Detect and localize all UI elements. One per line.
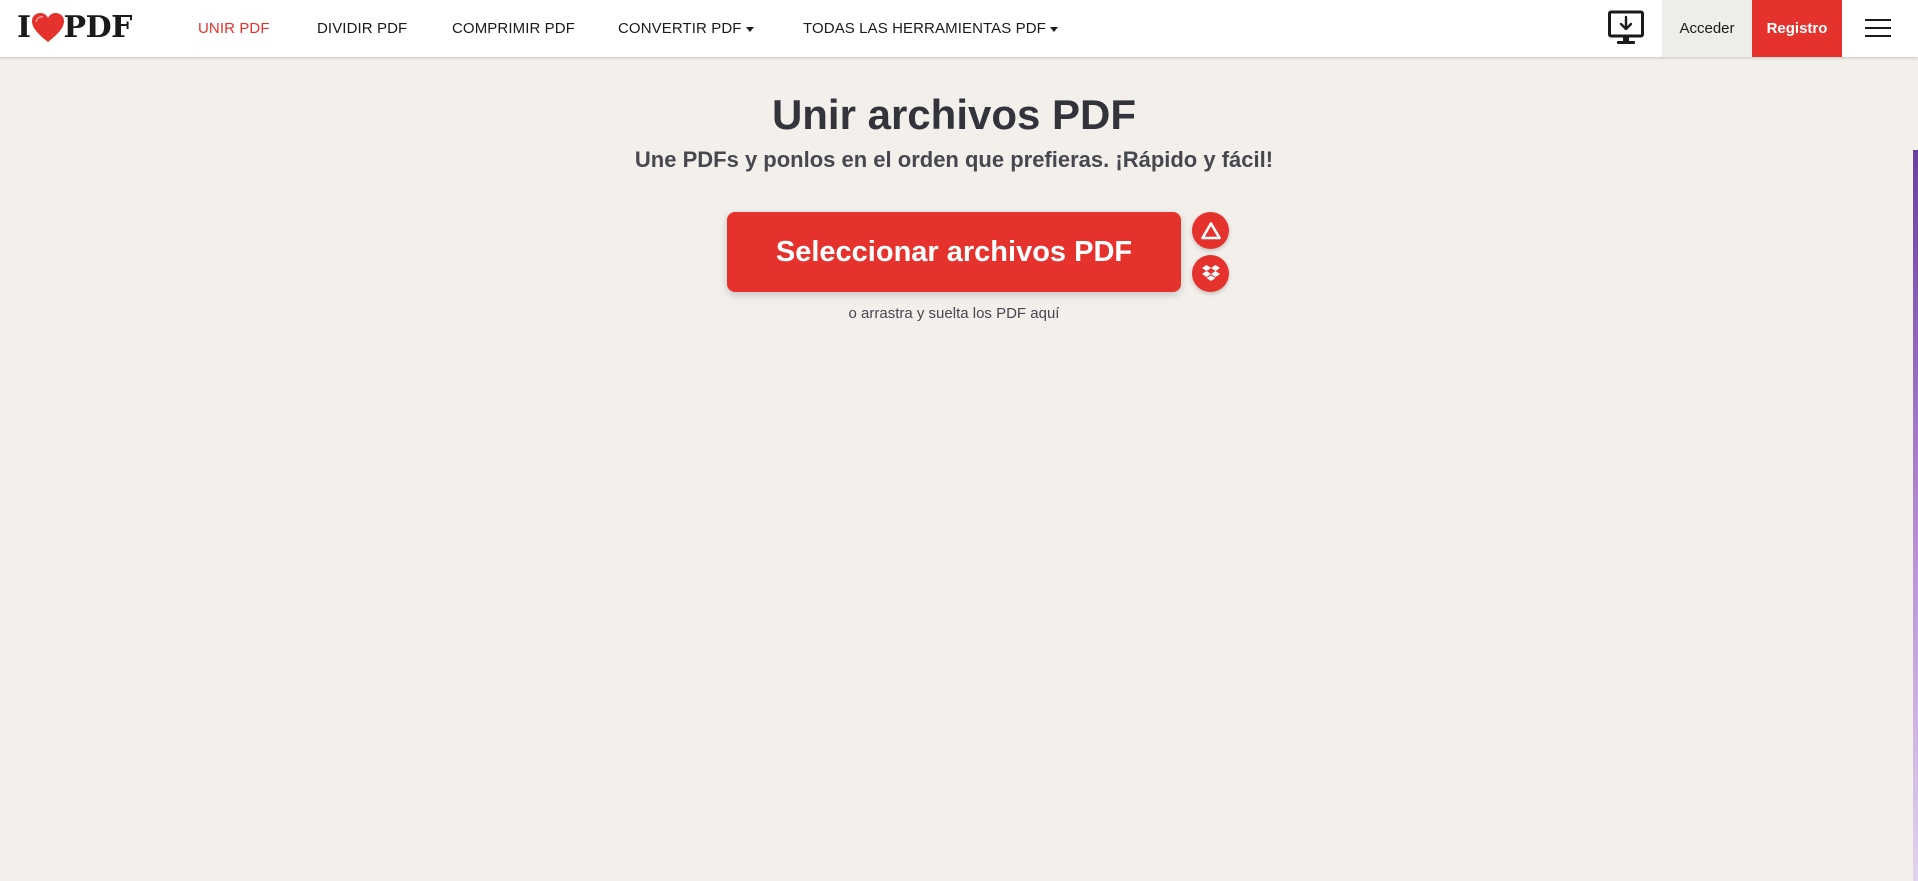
- google-drive-icon: [1200, 221, 1221, 239]
- nav-unir-pdf[interactable]: UNIR PDF: [198, 0, 270, 57]
- desktop-download-icon[interactable]: [1608, 10, 1644, 46]
- logo-text-i: I: [17, 10, 31, 45]
- caret-down-icon: [1049, 26, 1058, 32]
- nav-unir-pdf-label: UNIR PDF: [198, 20, 270, 37]
- nav-comprimir-pdf-label: COMPRIMIR PDF: [452, 20, 575, 37]
- page-subtitle: Une PDFs y ponlos en el orden que prefie…: [634, 147, 1274, 172]
- google-drive-button[interactable]: [1192, 212, 1229, 249]
- heart-icon: [31, 13, 64, 42]
- drag-drop-hint: o arrastra y suelta los PDF aquí: [848, 305, 1060, 322]
- nav-todas-herramientas-label: TODAS LAS HERRAMIENTAS PDF: [803, 20, 1046, 37]
- nav-dividir-pdf-label: DIVIDIR PDF: [317, 20, 408, 37]
- caret-down-icon: [745, 26, 754, 32]
- signup-button-label: Registro: [1766, 20, 1828, 37]
- signup-button[interactable]: Registro: [1752, 0, 1842, 57]
- window-edge-strip: [1913, 150, 1918, 881]
- login-button[interactable]: Acceder: [1662, 0, 1752, 57]
- dropbox-button[interactable]: [1192, 255, 1229, 292]
- logo-text-pdf: PDF: [63, 10, 133, 45]
- hamburger-menu-icon[interactable]: [1865, 17, 1891, 39]
- nav-todas-herramientas[interactable]: TODAS LAS HERRAMIENTAS PDF: [803, 0, 1058, 57]
- page-title: Unir archivos PDF: [771, 91, 1137, 138]
- dropbox-icon: [1201, 265, 1220, 281]
- ilovepdf-logo[interactable]: I PDF: [17, 11, 132, 45]
- login-button-label: Acceder: [1679, 20, 1735, 37]
- nav-convertir-pdf-label: CONVERTIR PDF: [618, 20, 742, 37]
- page: I PDF UNIR PDF DIVIDIR PDF COMPRIMIR PDF…: [0, 0, 1918, 881]
- top-header: I PDF UNIR PDF DIVIDIR PDF COMPRIMIR PDF…: [0, 0, 1918, 57]
- nav-dividir-pdf[interactable]: DIVIDIR PDF: [317, 0, 407, 57]
- select-files-button[interactable]: Seleccionar archivos PDF: [727, 212, 1181, 292]
- nav-convertir-pdf[interactable]: CONVERTIR PDF: [618, 0, 754, 57]
- select-files-button-label: Seleccionar archivos PDF: [775, 235, 1133, 268]
- nav-comprimir-pdf[interactable]: COMPRIMIR PDF: [452, 0, 575, 57]
